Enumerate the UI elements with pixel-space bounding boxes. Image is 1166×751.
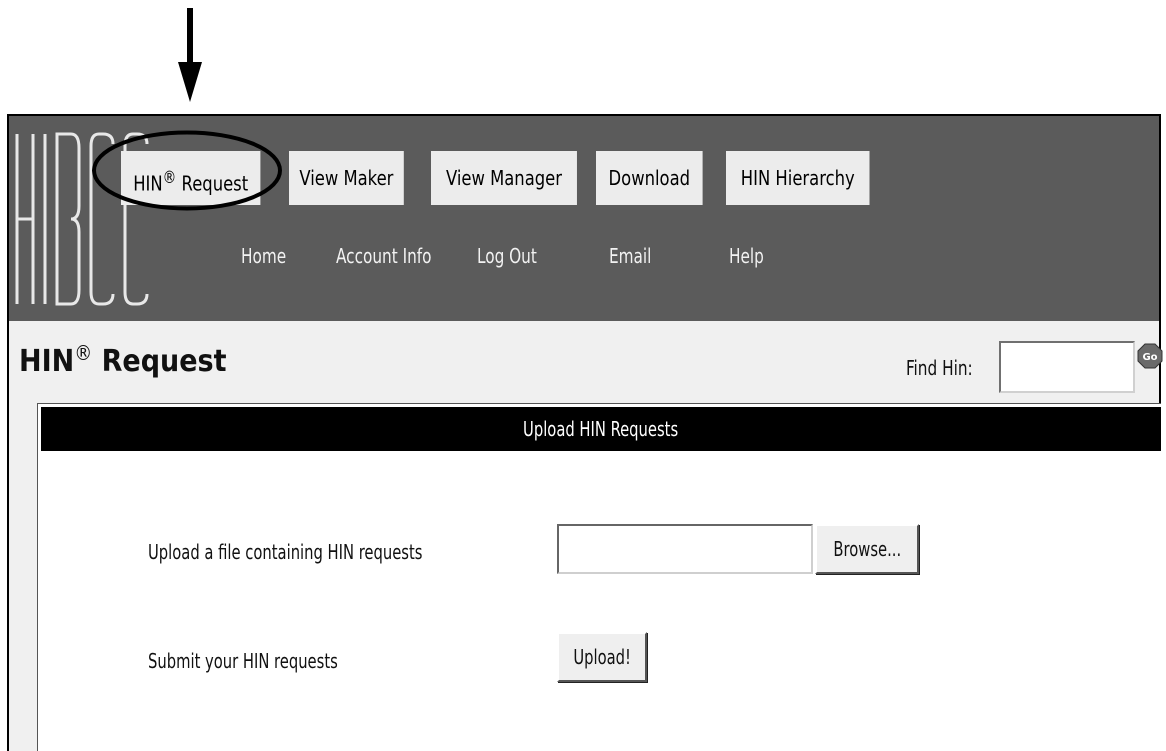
annotation-arrow-icon <box>178 8 202 102</box>
find-hin-label: Find Hin: <box>906 356 973 380</box>
nav-view-manager-button[interactable]: View Manager <box>431 151 577 205</box>
browse-button[interactable]: Browse... <box>815 524 919 574</box>
nav-hin-hierarchy-button[interactable]: HIN Hierarchy <box>726 151 870 205</box>
upload-button[interactable]: Upload! <box>557 632 647 682</box>
page-title-registered-mark: ® <box>74 341 93 365</box>
top-header: HIN® Request View Maker View Manager Dow… <box>9 116 1159 321</box>
find-hin-input[interactable] <box>999 341 1135 393</box>
subnav-email-link[interactable]: Email <box>609 236 651 276</box>
panel-header: Upload HIN Requests <box>41 407 1161 451</box>
go-button-icon[interactable]: Go <box>1137 343 1163 369</box>
upload-button-label: Upload! <box>573 645 631 669</box>
nav-view-maker-button[interactable]: View Maker <box>289 151 404 205</box>
subnav-help-link[interactable]: Help <box>729 236 764 276</box>
screenshot-stage: HIN® Request View Maker View Manager Dow… <box>0 0 1166 751</box>
browse-button-label: Browse... <box>833 537 901 561</box>
page-title-rest: Request <box>92 344 227 379</box>
panel-header-text: Upload HIN Requests <box>523 417 679 441</box>
subnav-home-link[interactable]: Home <box>241 236 286 276</box>
main-content: HIN® Request Find Hin: Go Upload HIN Req… <box>9 321 1163 751</box>
upload-file-label: Upload a file containing HIN requests <box>148 540 423 564</box>
submit-requests-label: Submit your HIN requests <box>148 649 338 673</box>
nav-hin-request-button[interactable]: HIN® Request <box>121 151 261 205</box>
subnav-log-out-link[interactable]: Log Out <box>477 236 537 276</box>
nav-download-button[interactable]: Download <box>596 151 703 205</box>
page-title-main: HIN <box>19 344 75 379</box>
upload-panel: Upload HIN Requests Upload a file contai… <box>37 403 1161 751</box>
go-button-label: Go <box>1142 352 1157 363</box>
file-path-input[interactable] <box>557 524 813 574</box>
nav-hin-request-label-rest: Request <box>176 171 249 196</box>
nav-hin-request-label: HIN <box>133 171 163 196</box>
app-window: HIN® Request View Maker View Manager Dow… <box>7 114 1163 751</box>
page-title: HIN® Request <box>19 341 227 379</box>
subnav-account-info-link[interactable]: Account Info <box>336 236 432 276</box>
registered-mark: ® <box>162 168 177 187</box>
